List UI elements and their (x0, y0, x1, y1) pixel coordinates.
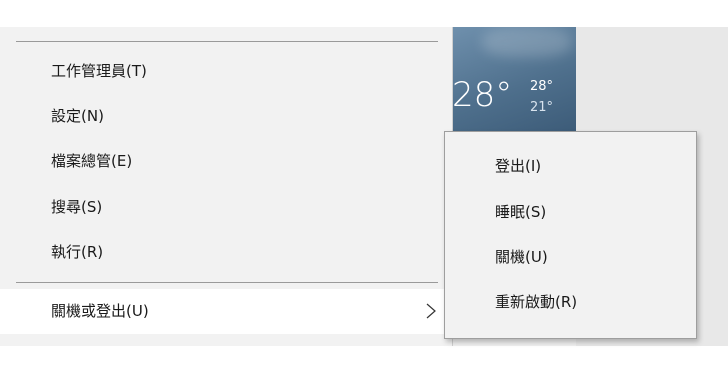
menu-separator (16, 41, 438, 42)
submenu-item-signout[interactable]: 登出(I) (445, 144, 696, 189)
submenu-item-sleep[interactable]: 睡眠(S) (445, 190, 696, 235)
cloud-graphic (482, 27, 572, 57)
menu-item-search[interactable]: 搜尋(S) (0, 185, 452, 230)
menu-item-run[interactable]: 執行(R) (0, 230, 452, 275)
menu-item-label: 關機或登出(U) (51, 302, 149, 320)
weather-high-temp: 28° (530, 79, 554, 94)
menu-item-settings[interactable]: 設定(N) (0, 94, 452, 139)
submenu-item-shutdown[interactable]: 關機(U) (445, 235, 696, 280)
menu-item-file-explorer[interactable]: 檔案總管(E) (0, 139, 452, 184)
menu-item-task-manager[interactable]: 工作管理員(T) (0, 49, 452, 94)
screen: 28° 28° 21° 台北 工作管理員(T) 設定(N) 檔案總管(E) 搜尋… (0, 0, 728, 382)
shutdown-submenu: 登出(I) 睡眠(S) 關機(U) 重新啟動(R) (444, 131, 697, 339)
weather-current-temp: 28° (452, 75, 513, 115)
weather-low-temp: 21° (530, 100, 554, 115)
weather-live-tile[interactable]: 28° 28° 21° 台北 (452, 27, 576, 137)
submenu-item-restart[interactable]: 重新啟動(R) (445, 280, 696, 325)
chevron-right-icon (426, 303, 436, 319)
context-menu: 工作管理員(T) 設定(N) 檔案總管(E) 搜尋(S) 執行(R) 關機或登出… (0, 27, 453, 346)
menu-separator (16, 282, 438, 283)
menu-item-shutdown-or-signout[interactable]: 關機或登出(U) (0, 289, 452, 334)
